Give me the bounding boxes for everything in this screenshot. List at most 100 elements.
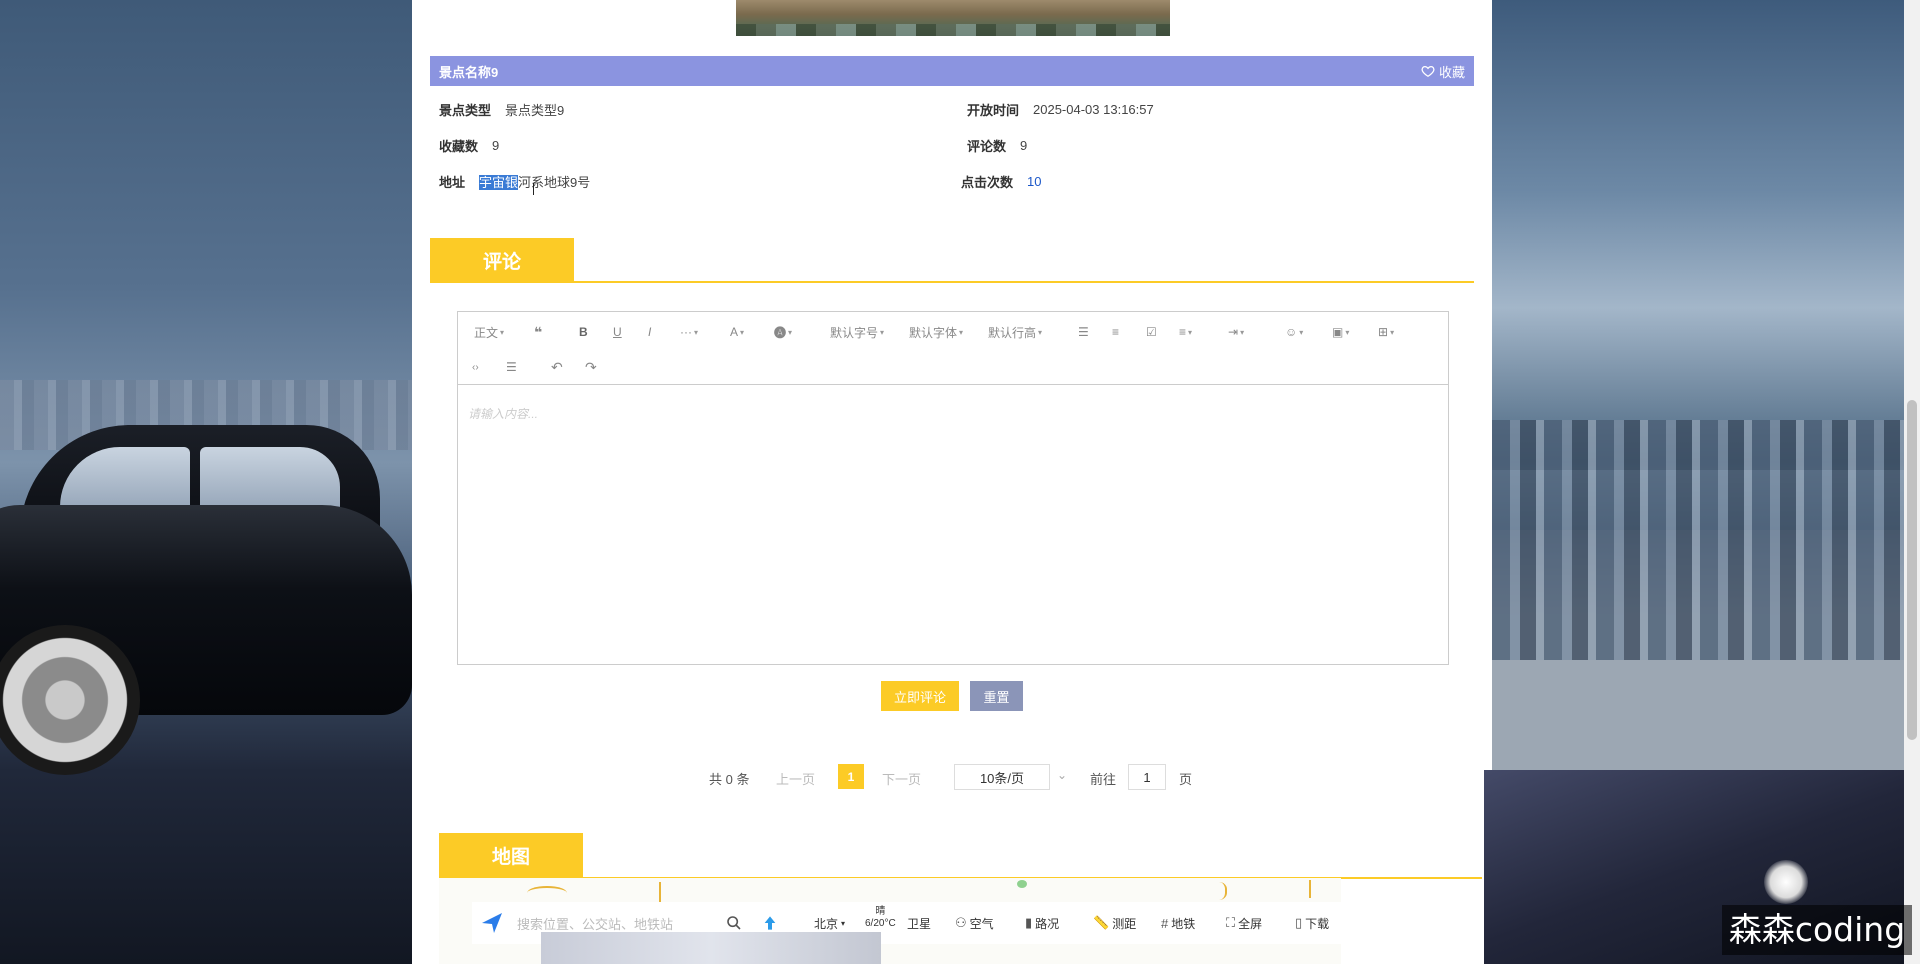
info-click-count: 点击次数 10 (961, 172, 1041, 191)
map-logo-icon (480, 911, 504, 935)
font-family-label: 默认字体 (909, 325, 958, 340)
map-subway-label: 地铁 (1171, 916, 1196, 931)
emoji-icon[interactable]: ☺ ▾ (1285, 323, 1303, 341)
pagination-page-size-select[interactable]: 10条/页 (954, 764, 1050, 790)
page-scrollbar-thumb[interactable] (1907, 400, 1917, 740)
divider-icon[interactable]: ☰ (506, 358, 517, 376)
map-subway-button[interactable]: # 地铁 (1161, 915, 1195, 932)
submit-comment-button[interactable]: 立即评论 (881, 681, 959, 711)
toolbar-font-family-select[interactable]: 默认字体 ▾ (909, 323, 963, 341)
map-traffic-button[interactable]: ▮ 路况 (1025, 915, 1059, 932)
underline-icon[interactable]: U (613, 323, 622, 341)
code-icon[interactable]: ‹› (472, 358, 479, 376)
toolbar-font-size-select[interactable]: 默认字号 ▾ (830, 323, 884, 341)
pagination-goto-input[interactable]: 1 (1128, 764, 1166, 790)
map-embed[interactable]: 搜索位置、公交站、地铁站 北京 ▾ 晴 6/20°C 卫星 ⚇ 空气 ▮ 路况 📏 测距… (439, 878, 1341, 964)
more-style-icon[interactable]: ··· ▾ (680, 323, 698, 341)
background-car-image (0, 425, 412, 785)
click-count-value: 10 (1027, 174, 1042, 189)
text-cursor (533, 183, 535, 195)
spot-type-value: 景点类型9 (505, 103, 565, 118)
toolbar-line-height-select[interactable]: 默认行高 ▾ (988, 323, 1042, 341)
map-download-label: 下载 (1305, 916, 1330, 931)
comment-editor: 正文 ▾ ❝ B U I ··· ▾ A ▾ 🅐 ▾ 默认字号 ▾ 默认字体 ▾ 默认行高 ▾… (457, 311, 1449, 665)
todo-checkbox-icon[interactable]: ☑ (1146, 323, 1157, 341)
bold-icon[interactable]: B (579, 323, 588, 341)
fullscreen-icon: ⛶ (1226, 915, 1236, 930)
map-measure-label: 测距 (1112, 916, 1137, 931)
pagination-current-page[interactable]: 1 (838, 764, 864, 789)
align-icon[interactable]: ≡ ▾ (1179, 323, 1192, 341)
phone-icon: ▯ (1295, 915, 1303, 930)
info-fav-count: 收藏数 9 (439, 136, 499, 155)
pagination-next[interactable]: 下一页 (882, 769, 921, 788)
map-air-button[interactable]: ⚇ 空气 (955, 915, 994, 932)
map-weather: 晴 6/20°C (865, 906, 896, 930)
italic-icon[interactable]: I (648, 323, 651, 341)
map-download-button[interactable]: ▯ 下载 (1295, 915, 1329, 932)
pagination-goto-label: 前往 (1090, 772, 1117, 787)
paragraph-label: 正文 (474, 325, 499, 340)
map-traffic-label: 路况 (1035, 916, 1060, 931)
undo-icon[interactable]: ↶ (551, 358, 563, 376)
click-count-label: 点击次数 (961, 175, 1014, 190)
redo-icon[interactable]: ↷ (585, 358, 597, 376)
address-rest-text: 河系地球9号 (518, 175, 591, 190)
editor-content-area[interactable]: 请输入内容... (458, 385, 1448, 665)
spot-name: 景点名称9 (439, 64, 499, 80)
map-fullscreen-button[interactable]: ⛶ 全屏 (1226, 915, 1262, 932)
address-label: 地址 (439, 175, 466, 190)
map-measure-button[interactable]: 📏 测距 (1093, 915, 1136, 932)
map-satellite-button[interactable]: 卫星 (907, 915, 931, 932)
background-right-scenery (1492, 0, 1920, 770)
map-air-label: 空气 (969, 916, 994, 931)
spot-title-bar: 景点名称9 收藏 (430, 56, 1474, 86)
editor-toolbar: 正文 ▾ ❝ B U I ··· ▾ A ▾ 🅐 ▾ 默认字号 ▾ 默认字体 ▾ 默认行高 ▾… (458, 312, 1448, 385)
subway-icon: # (1161, 915, 1169, 931)
favorite-button[interactable]: 收藏 (1421, 62, 1465, 81)
background-right-city (1492, 420, 1920, 660)
spot-type-label: 景点类型 (439, 103, 492, 118)
quote-icon[interactable]: ❝ (534, 323, 542, 341)
map-blurred-area (541, 932, 881, 964)
image-icon[interactable]: ▣ ▾ (1332, 323, 1349, 341)
pagination-total: 共 0 条 (709, 772, 750, 787)
map-section-title: 地图 (439, 833, 583, 878)
map-weather-text: 晴 (875, 906, 886, 917)
spot-photo (736, 0, 1170, 36)
comment-section-title: 评论 (430, 238, 574, 283)
watermark-text: 森森coding (1722, 905, 1912, 955)
map-route-icon[interactable] (762, 914, 778, 932)
map-city-select[interactable]: 北京 ▾ (814, 915, 845, 932)
info-spot-type: 景点类型 景点类型9 (439, 100, 564, 119)
reset-button[interactable]: 重置 (970, 681, 1023, 711)
pagination-page-suffix: 页 (1179, 772, 1193, 787)
chevron-down-icon: ⌄ (1057, 768, 1068, 782)
heart-icon (1421, 65, 1435, 78)
address-selected-text: 宇宙银 (479, 175, 519, 190)
table-icon[interactable]: ⊞ ▾ (1378, 323, 1394, 341)
content-panel: 景点名称9 收藏 景点类型 景点类型9 开放时间 2025-04-03 13:1… (412, 0, 1492, 964)
comment-count-value: 9 (1020, 138, 1028, 153)
pagination-prev[interactable]: 上一页 (776, 769, 815, 788)
comment-section-line (430, 281, 1474, 283)
toolbar-paragraph-select[interactable]: 正文 ▾ (474, 323, 504, 341)
editor-placeholder: 请输入内容... (468, 407, 539, 421)
fav-count-value: 9 (492, 138, 500, 153)
air-icon: ⚇ (955, 915, 967, 930)
info-address: 地址 宇宙银河系地球9号 (439, 172, 590, 191)
indent-icon[interactable]: ⇥ ▾ (1228, 323, 1244, 341)
bulleted-list-icon[interactable]: ☰ (1078, 323, 1089, 341)
font-color-icon[interactable]: A ▾ (730, 323, 744, 341)
background-color-icon[interactable]: 🅐 ▾ (774, 323, 792, 341)
map-city: 北京 (814, 916, 839, 931)
open-time-value: 2025-04-03 13:16:57 (1033, 102, 1154, 117)
map-search-icon[interactable] (726, 915, 742, 931)
map-temperature: 6/20°C (865, 918, 896, 929)
fav-count-label: 收藏数 (439, 139, 479, 154)
numbered-list-icon[interactable]: ≡ (1112, 323, 1119, 341)
favorite-label: 收藏 (1438, 64, 1465, 80)
map-search-input[interactable]: 搜索位置、公交站、地铁站 (517, 914, 673, 933)
ruler-icon: 📏 (1093, 915, 1110, 930)
map-fullscreen-label: 全屏 (1238, 916, 1263, 931)
